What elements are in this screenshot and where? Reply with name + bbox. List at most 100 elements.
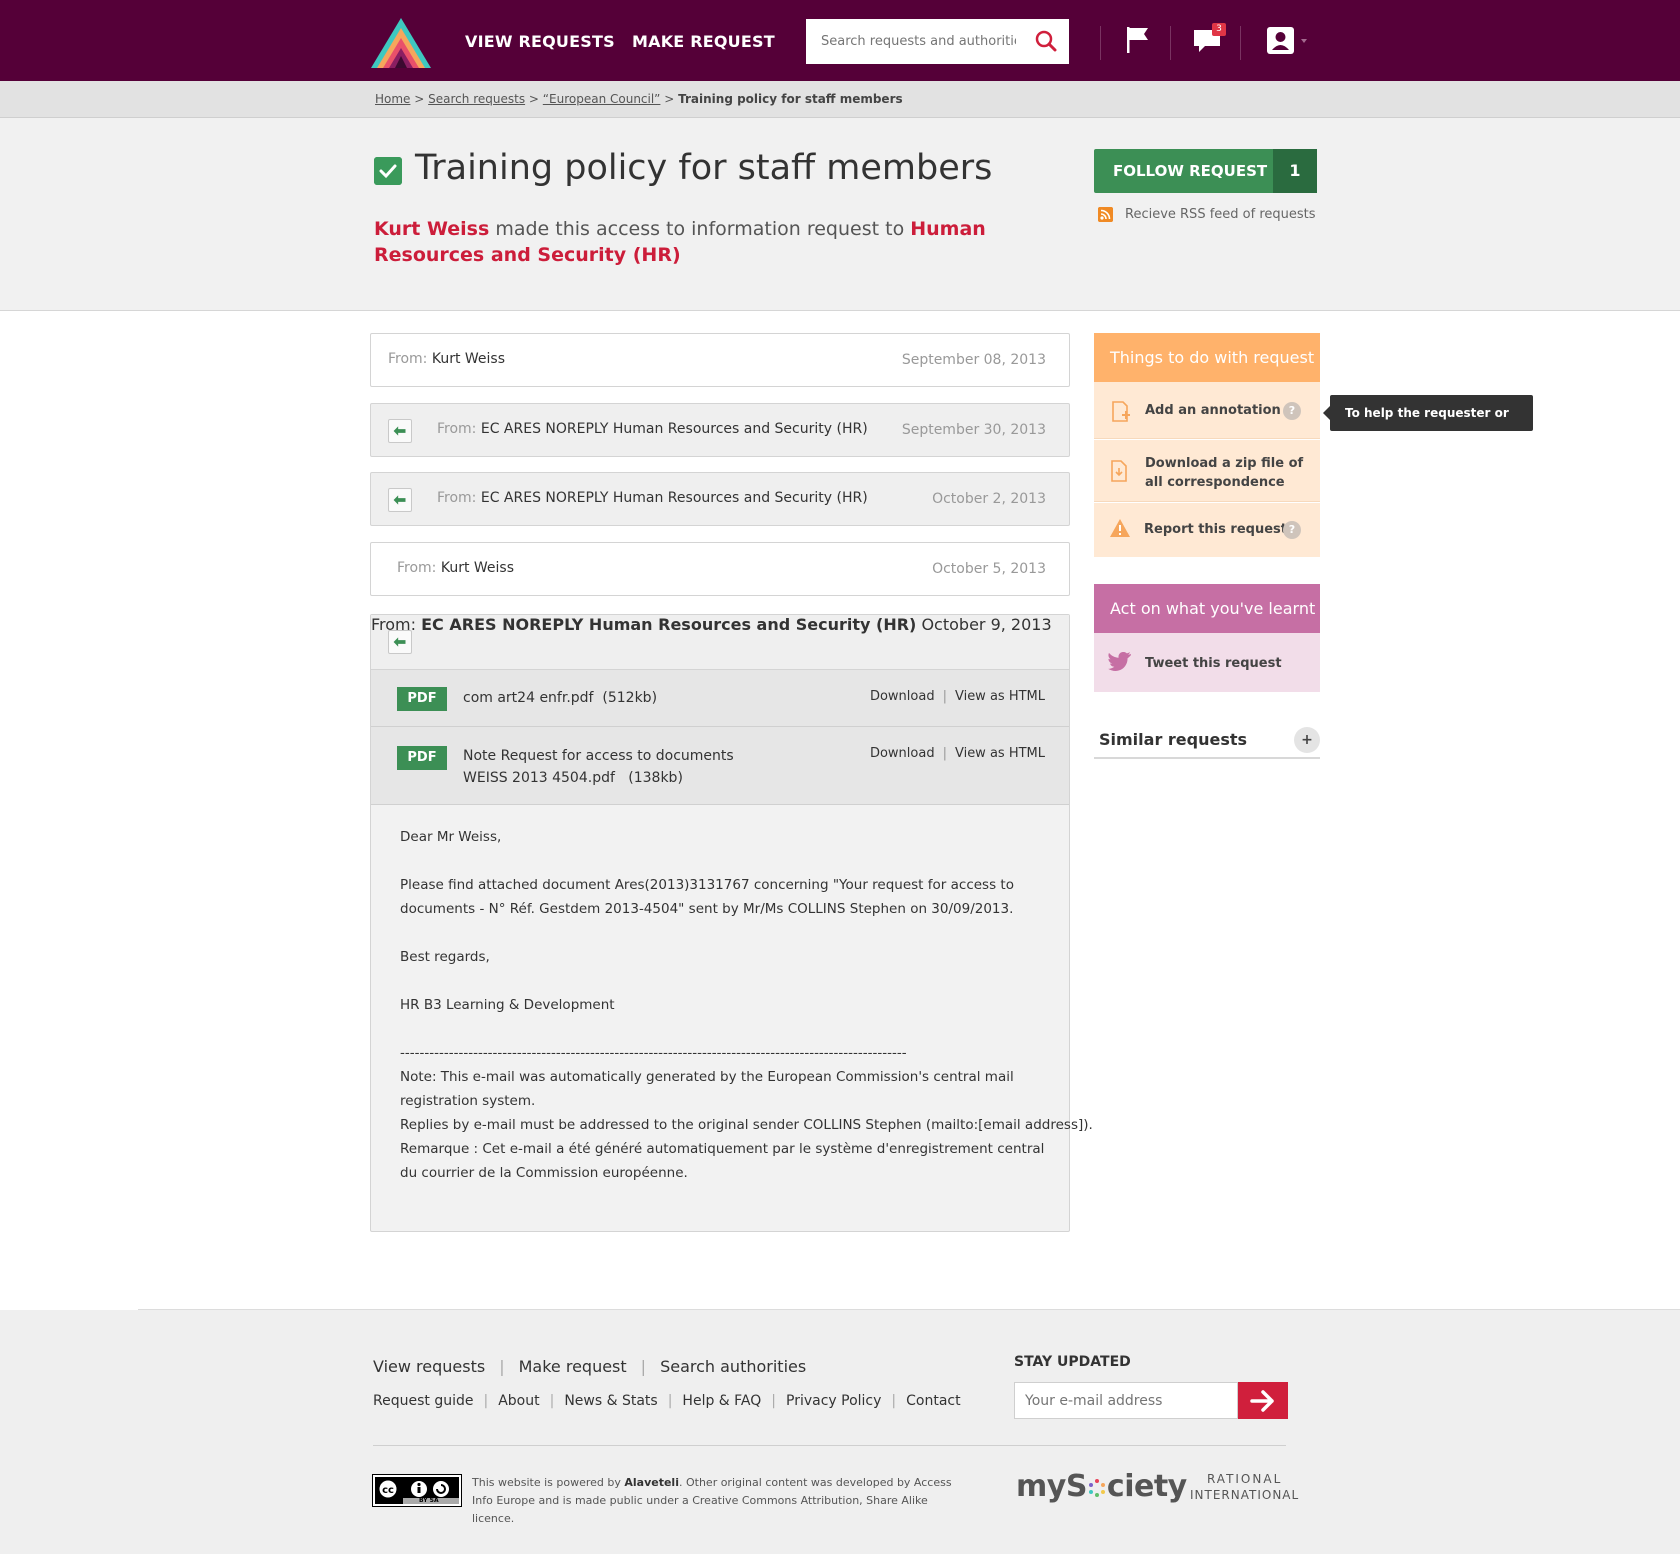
- correspondence-date: September 08, 2013: [901, 352, 1046, 368]
- attachment-view-html-link[interactable]: View as HTML: [955, 689, 1045, 704]
- reply-icon[interactable]: [388, 630, 412, 654]
- act-on-learnt-header: Act on what you've learnt: [1094, 584, 1320, 633]
- footer-primary-nav: View requests | Make request | Search author…: [373, 1357, 807, 1376]
- attachment-name: com art24 enfr.pdf (512kb): [463, 690, 658, 706]
- tweet-request-label: Tweet this request: [1145, 656, 1282, 671]
- arrow-right-icon: [1250, 1390, 1274, 1412]
- request-header-band: [0, 118, 1680, 311]
- svg-text:cc: cc: [382, 1485, 394, 1496]
- footer-link-search-authorities[interactable]: Search authorities: [660, 1357, 806, 1376]
- breadcrumb-european-council[interactable]: “European Council”: [543, 92, 661, 106]
- footer-link-contact[interactable]: Contact: [906, 1393, 960, 1409]
- flag-icon[interactable]: [1126, 26, 1150, 54]
- report-request-label: Report this request: [1144, 522, 1287, 537]
- attachment-view-html-link[interactable]: View as HTML: [955, 746, 1045, 761]
- breadcrumb-home[interactable]: Home: [375, 92, 410, 106]
- correspondence-item[interactable]: From: EC ARES NOREPLY Human Resources an…: [370, 472, 1070, 526]
- rss-icon: [1098, 207, 1113, 222]
- stay-updated-heading: STAY UPDATED: [1014, 1354, 1131, 1370]
- rss-feed-link[interactable]: Recieve RSS feed of requests: [1098, 207, 1316, 222]
- newsletter-submit-button[interactable]: [1238, 1382, 1288, 1419]
- tweet-request-item[interactable]: Tweet this request: [1094, 633, 1320, 692]
- rational-international-logo[interactable]: RATIONAL INTERNATIONAL: [1190, 1471, 1299, 1503]
- creative-commons-logo[interactable]: cc BY SA: [372, 1474, 462, 1507]
- breadcrumb-separator: >: [414, 92, 425, 106]
- correspondence-item[interactable]: From: EC ARES NOREPLY Human Resources an…: [370, 403, 1070, 457]
- search-icon[interactable]: [1035, 30, 1057, 52]
- request-summary-text: made this access to information request …: [495, 218, 905, 240]
- header-divider: [1170, 26, 1171, 60]
- footer-legal-text: This website is powered by Alaveteli. Ot…: [472, 1476, 952, 1525]
- similar-requests-title: Similar requests: [1099, 730, 1248, 749]
- footer-secondary-nav: Request guide | About | News & Stats | Help & …: [373, 1393, 961, 1409]
- correspondence-item[interactable]: From: Kurt Weiss September 08, 2013: [370, 333, 1070, 387]
- search-input[interactable]: [806, 19, 1016, 64]
- expand-icon[interactable]: +: [1294, 727, 1320, 753]
- notification-badge: 3: [1212, 23, 1226, 36]
- footer-link-view-requests[interactable]: View requests: [373, 1357, 485, 1376]
- message-signature: HR B3 Learning & Development: [400, 997, 615, 1013]
- message-body: Dear Mr Weiss, Please find attached docu…: [400, 825, 1093, 1185]
- warning-icon: [1110, 519, 1130, 537]
- breadcrumb-current: Training policy for staff members: [678, 92, 903, 106]
- follow-request-button[interactable]: FOLLOW REQUEST 1: [1094, 149, 1317, 193]
- message-note: Remarque : Cet e-mail a été généré autom…: [400, 1141, 1045, 1157]
- correspondence-header[interactable]: From: EC ARES NOREPLY Human Resources an…: [371, 615, 1069, 670]
- header-divider: [1240, 26, 1241, 60]
- correspondence-from: From: EC ARES NOREPLY Human Resources an…: [437, 490, 868, 506]
- rss-label: Recieve RSS feed of requests: [1125, 207, 1316, 222]
- attachment-download-link[interactable]: Download: [870, 689, 935, 704]
- reply-icon[interactable]: [388, 488, 412, 512]
- site-logo[interactable]: [371, 18, 431, 68]
- footer-divider: [373, 1445, 1286, 1446]
- requester-link[interactable]: Kurt Weiss: [374, 218, 489, 240]
- nav-make-request[interactable]: MAKE REQUEST: [632, 32, 775, 51]
- breadcrumb-bar: Home > Search requests > “European Counc…: [0, 81, 1680, 118]
- top-navigation-bar: VIEW REQUESTS MAKE REQUEST 3: [0, 0, 1680, 81]
- download-zip-label: Download a zip file of all correspondence: [1145, 456, 1304, 490]
- alaveteli-link[interactable]: Alaveteli: [624, 1476, 679, 1489]
- download-zip-icon: [1111, 460, 1127, 482]
- correspondence-date: September 30, 2013: [901, 422, 1046, 438]
- attachment-row: PDF com art24 enfr.pdf (512kb) Download |…: [371, 670, 1069, 727]
- cc-license-text: BY SA: [419, 1497, 439, 1504]
- attachment-download-link[interactable]: Download: [870, 746, 935, 761]
- help-icon[interactable]: ?: [1283, 521, 1301, 539]
- correspondence-date: October 9, 2013: [921, 615, 1052, 634]
- reply-icon[interactable]: [388, 419, 412, 443]
- help-icon[interactable]: ?: [1283, 402, 1301, 420]
- nav-view-requests[interactable]: VIEW REQUESTS: [465, 32, 615, 51]
- pdf-badge: PDF: [397, 746, 447, 770]
- annotation-tooltip: To help the requester or others: [1323, 395, 1533, 456]
- correspondence-date: October 2, 2013: [932, 491, 1046, 507]
- footer-link-request-guide[interactable]: Request guide: [373, 1393, 473, 1409]
- download-zip-item[interactable]: Download a zip file of all correspondence: [1094, 440, 1320, 502]
- correspondence-item[interactable]: From: Kurt Weiss October 5, 2013: [370, 542, 1070, 596]
- user-account-icon[interactable]: [1266, 26, 1310, 56]
- twitter-icon: [1108, 652, 1131, 671]
- page-title: Training policy for staff members: [415, 148, 993, 188]
- newsletter-email-input[interactable]: [1015, 1383, 1237, 1418]
- pdf-badge: PDF: [397, 687, 447, 711]
- mysociety-logo[interactable]: myS ciety: [1016, 1469, 1187, 1504]
- breadcrumb-search-requests[interactable]: Search requests: [428, 92, 525, 106]
- breadcrumb-separator: >: [664, 92, 675, 106]
- footer-link-news-stats[interactable]: News & Stats: [564, 1393, 657, 1409]
- status-success-icon: [374, 157, 402, 185]
- follower-count: 1: [1273, 149, 1317, 193]
- message-note: Replies by e-mail must be addressed to t…: [400, 1117, 1093, 1133]
- search-box: [806, 19, 1069, 64]
- similar-requests-section[interactable]: Similar requests +: [1094, 722, 1320, 759]
- request-summary: Kurt Weiss made this access to informati…: [374, 216, 1054, 268]
- footer-link-privacy[interactable]: Privacy Policy: [786, 1393, 881, 1409]
- add-annotation-item[interactable]: Add an annotation ?: [1094, 382, 1320, 439]
- footer-link-help-faq[interactable]: Help & FAQ: [682, 1393, 761, 1409]
- correspondence-from: From: EC ARES NOREPLY Human Resources an…: [371, 615, 917, 634]
- message-regards: Best regards,: [400, 949, 490, 965]
- things-to-do-header: Things to do with request: [1094, 333, 1320, 382]
- report-request-item[interactable]: Report this request ?: [1094, 503, 1320, 557]
- header-divider: [1100, 26, 1101, 60]
- footer-link-make-request[interactable]: Make request: [519, 1357, 627, 1376]
- breadcrumb: Home > Search requests > “European Counc…: [375, 92, 903, 106]
- footer-link-about[interactable]: About: [498, 1393, 539, 1409]
